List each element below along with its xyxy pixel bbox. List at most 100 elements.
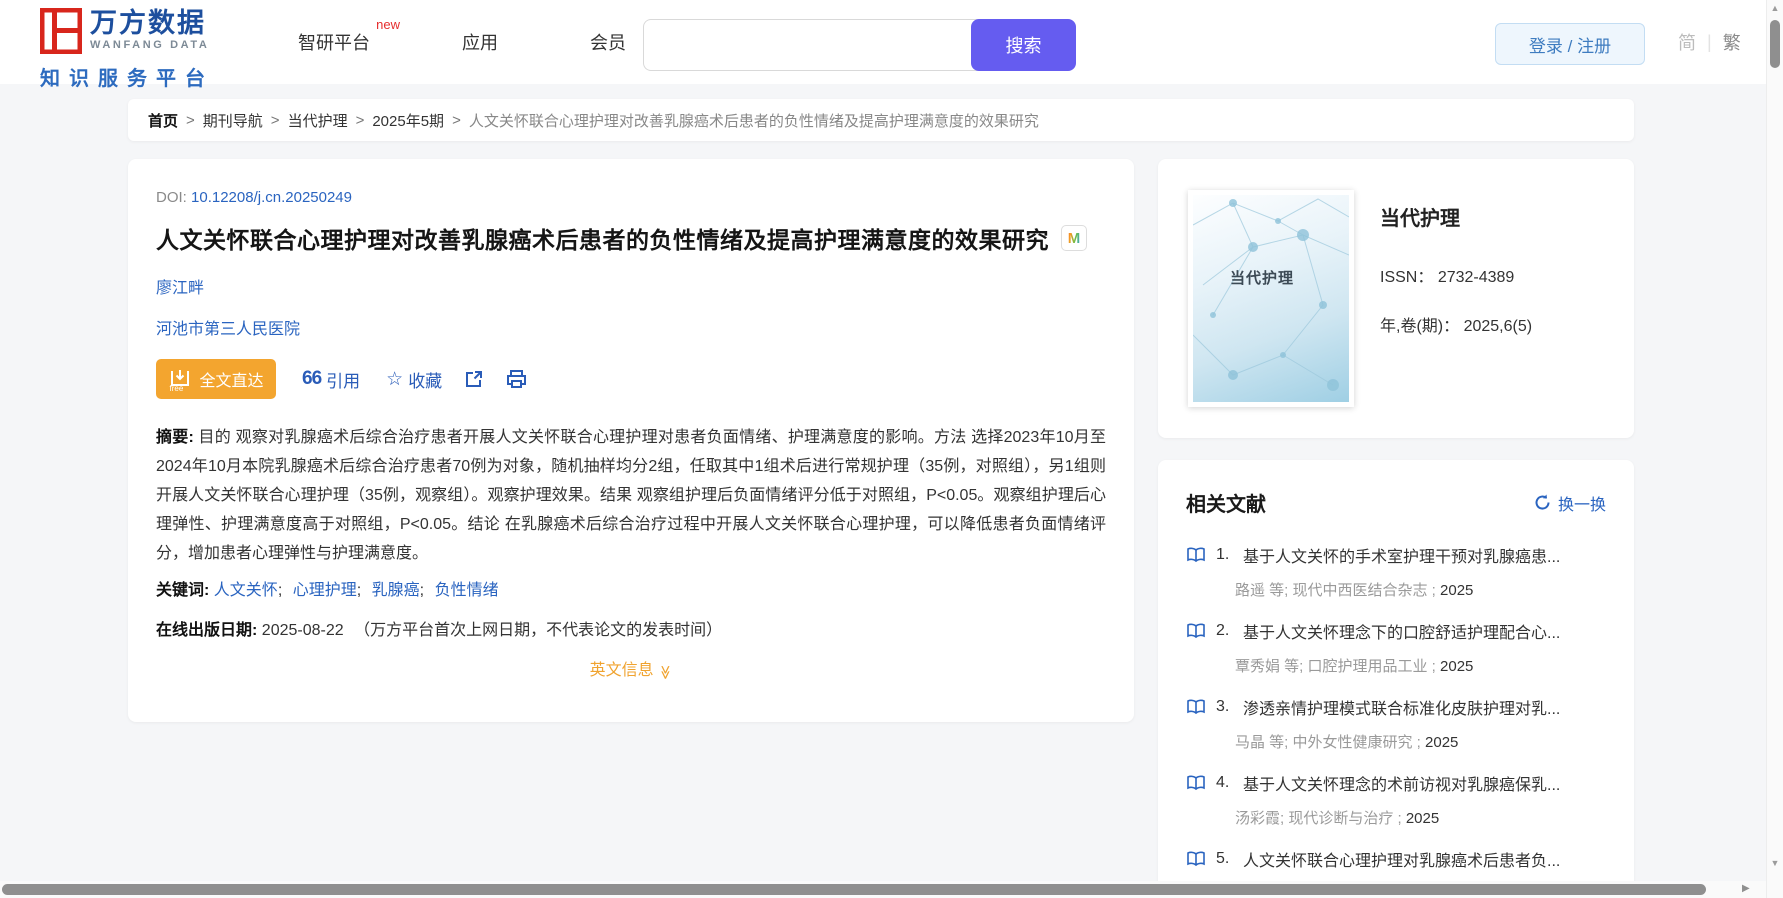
chevron-down-icon: ≫ xyxy=(657,665,674,680)
breadcrumb-separator: > xyxy=(452,111,461,129)
horizontal-scrollbar-thumb[interactable] xyxy=(2,884,1706,895)
medline-badge-icon[interactable]: M xyxy=(1061,225,1087,251)
volume-label: 年,卷(期)： xyxy=(1380,318,1460,335)
breadcrumb-journal-nav[interactable]: 期刊导航 xyxy=(203,110,263,131)
journal-name[interactable]: 当代护理 xyxy=(1380,202,1532,231)
share-icon xyxy=(466,371,483,387)
keyword-separator: ; xyxy=(419,582,425,599)
keyword-link[interactable]: 负性情绪 xyxy=(435,582,499,599)
quote-icon: 66 xyxy=(302,368,322,389)
related-item-year: 2025 xyxy=(1405,810,1440,827)
page: 万方数据 WANFANG DATA 知识服务平台 智研平台 new 应用 会员 … xyxy=(0,0,1783,898)
vertical-scrollbar[interactable]: ▲ ▼ xyxy=(1766,0,1783,898)
keyword-separator: ; xyxy=(356,582,362,599)
lang-traditional[interactable]: 繁 xyxy=(1723,29,1741,55)
keyword-link[interactable]: 人文关怀 xyxy=(214,582,278,599)
breadcrumb-home[interactable]: 首页 xyxy=(148,110,178,131)
brand-name-en: WANFANG DATA xyxy=(90,39,210,51)
related-item-number: 5. xyxy=(1216,850,1230,867)
search-button[interactable]: 搜索 xyxy=(971,19,1076,71)
nav-item-apps[interactable]: 应用 xyxy=(462,29,498,55)
abstract-text: 目的 观察对乳腺癌术后综合治疗患者开展人文关怀联合心理护理对患者负面情绪、护理满… xyxy=(156,429,1106,562)
related-list: 1. 基于人文关怀的手术室护理干预对乳腺癌患... 路遥 等; 现代中西医结合杂… xyxy=(1186,543,1606,871)
related-item-meta: 路遥 等; 现代中西医结合杂志 ; xyxy=(1235,582,1441,599)
search-input[interactable] xyxy=(643,19,977,71)
search-bar: 搜索 xyxy=(643,19,1076,71)
journal-card: 当代护理 当代护理 ISSN： 2732-4389 年,卷(期)： 2025,6… xyxy=(1158,159,1634,438)
refresh-icon xyxy=(1535,494,1550,510)
doi-label: DOI: xyxy=(156,189,187,206)
lang-divider: | xyxy=(1707,31,1712,52)
affiliation-link[interactable]: 河池市第三人民医院 xyxy=(156,321,300,338)
cover-network-decoration xyxy=(1193,198,1349,391)
journal-volume: 年,卷(期)： 2025,6(5) xyxy=(1380,312,1532,336)
article-title: 人文关怀联合心理护理对改善乳腺癌术后患者的负性情绪及提高护理满意度的效果研究 xyxy=(156,227,1049,253)
favorite-button[interactable]: ☆ 收藏 xyxy=(386,367,442,392)
fulltext-button[interactable]: free 全文直达 xyxy=(156,359,276,399)
keywords-row: 关键词: 人文关怀; 心理护理; 乳腺癌; 负性情绪 xyxy=(156,577,1106,605)
main-nav: 智研平台 new 应用 会员 xyxy=(298,0,626,84)
related-literature-card: 相关文献 换一换 1. 基于人文关怀的手术室护理干预对乳腺癌患... 路遥 等;… xyxy=(1158,460,1634,898)
scroll-down-arrow-icon[interactable]: ▼ xyxy=(1767,858,1783,868)
refresh-button[interactable]: 换一换 xyxy=(1534,491,1606,515)
related-item-number: 2. xyxy=(1216,622,1230,639)
journal-cover[interactable]: 当代护理 xyxy=(1188,190,1354,407)
related-item-year: 2025 xyxy=(1440,658,1474,675)
share-button[interactable] xyxy=(464,369,484,389)
book-icon xyxy=(1186,623,1206,639)
keyword-link[interactable]: 心理护理 xyxy=(293,582,357,599)
issn-label: ISSN： xyxy=(1380,269,1434,286)
breadcrumb-journal[interactable]: 当代护理 xyxy=(288,110,348,131)
pubdate-label: 在线出版日期: xyxy=(156,622,258,639)
login-register-button[interactable]: 登录 / 注册 xyxy=(1495,23,1645,65)
article-actions: free 全文直达 66 引用 ☆ 收藏 xyxy=(156,359,1106,399)
wanfang-logo[interactable]: 万方数据 WANFANG DATA 知识服务平台 xyxy=(39,7,214,91)
horizontal-scrollbar[interactable]: ▶ xyxy=(0,881,1766,898)
cite-button[interactable]: 66 引用 xyxy=(302,367,360,392)
abstract: 摘要: 目的 观察对乳腺癌术后综合治疗患者开展人文关怀联合心理护理对患者负面情绪… xyxy=(156,423,1106,568)
author-link[interactable]: 廖江畔 xyxy=(156,280,204,297)
keyword-link[interactable]: 乳腺癌 xyxy=(372,582,420,599)
print-icon xyxy=(507,370,527,388)
related-item-link[interactable]: 4. 基于人文关怀理念的术前访视对乳腺癌保乳... xyxy=(1186,771,1606,795)
volume-value: 2025,6(5) xyxy=(1463,318,1533,335)
nav-item-member[interactable]: 会员 xyxy=(590,29,626,55)
journal-cover-title: 当代护理 xyxy=(1229,270,1294,287)
related-item-meta: 汤彩霞; 现代诊断与治疗 ; xyxy=(1235,810,1406,827)
abstract-label: 摘要: xyxy=(156,429,194,446)
book-icon xyxy=(1186,851,1206,867)
journal-issn: ISSN： 2732-4389 xyxy=(1380,263,1532,287)
print-button[interactable] xyxy=(506,369,527,389)
english-info-toggle[interactable]: 英文信息 ≫ xyxy=(156,656,1106,680)
related-item-link[interactable]: 5. 人文关怀联合心理护理对乳腺癌术后患者负... xyxy=(1186,847,1606,871)
scroll-right-arrow-icon[interactable]: ▶ xyxy=(1742,883,1750,894)
pubdate-note: （万方平台首次上网日期，不代表论文的发表时间） xyxy=(354,622,723,639)
doi-row: DOI: 10.12208/j.cn.20250249 xyxy=(156,189,1106,206)
book-icon xyxy=(1186,775,1206,791)
related-title: 相关文献 xyxy=(1186,494,1266,516)
related-item: 4. 基于人文关怀理念的术前访视对乳腺癌保乳... 汤彩霞; 现代诊断与治疗 ;… xyxy=(1186,771,1606,828)
brand-name-cn: 万方数据 xyxy=(90,8,206,38)
scroll-up-arrow-icon[interactable]: ▲ xyxy=(1767,3,1783,13)
article-card: DOI: 10.12208/j.cn.20250249 人文关怀联合心理护理对改… xyxy=(128,159,1134,722)
related-item: 2. 基于人文关怀理念下的口腔舒适护理配合心... 覃秀娟 等; 口腔护理用品工… xyxy=(1186,619,1606,676)
vertical-scrollbar-thumb[interactable] xyxy=(1770,20,1780,68)
nav-item-zhiyan[interactable]: 智研平台 new xyxy=(298,17,400,55)
related-item-meta: 马晶 等; 中外女性健康研究 ; xyxy=(1235,734,1426,751)
breadcrumb-issue[interactable]: 2025年5期 xyxy=(372,110,444,131)
related-item-meta: 覃秀娟 等; 口腔护理用品工业 ; xyxy=(1235,658,1441,675)
keyword-separator: ; xyxy=(277,582,283,599)
pubdate-value: 2025-08-22 xyxy=(261,622,344,639)
related-item-year: 2025 xyxy=(1440,582,1474,599)
related-item-number: 3. xyxy=(1216,698,1230,715)
related-item-link[interactable]: 1. 基于人文关怀的手术室护理干预对乳腺癌患... xyxy=(1186,543,1606,567)
star-icon: ☆ xyxy=(386,368,404,390)
related-item-link[interactable]: 2. 基于人文关怀理念下的口腔舒适护理配合心... xyxy=(1186,619,1606,643)
free-download-icon: free xyxy=(168,367,192,393)
doi-link[interactable]: 10.12208/j.cn.20250249 xyxy=(191,189,352,206)
related-item: 1. 基于人文关怀的手术室护理干预对乳腺癌患... 路遥 等; 现代中西医结合杂… xyxy=(1186,543,1606,600)
related-item-link[interactable]: 3. 渗透亲情护理模式联合标准化皮肤护理对乳... xyxy=(1186,695,1606,719)
lang-simplified[interactable]: 简 xyxy=(1678,29,1696,55)
wanfang-logo-icon xyxy=(39,7,83,59)
book-icon xyxy=(1186,547,1206,563)
